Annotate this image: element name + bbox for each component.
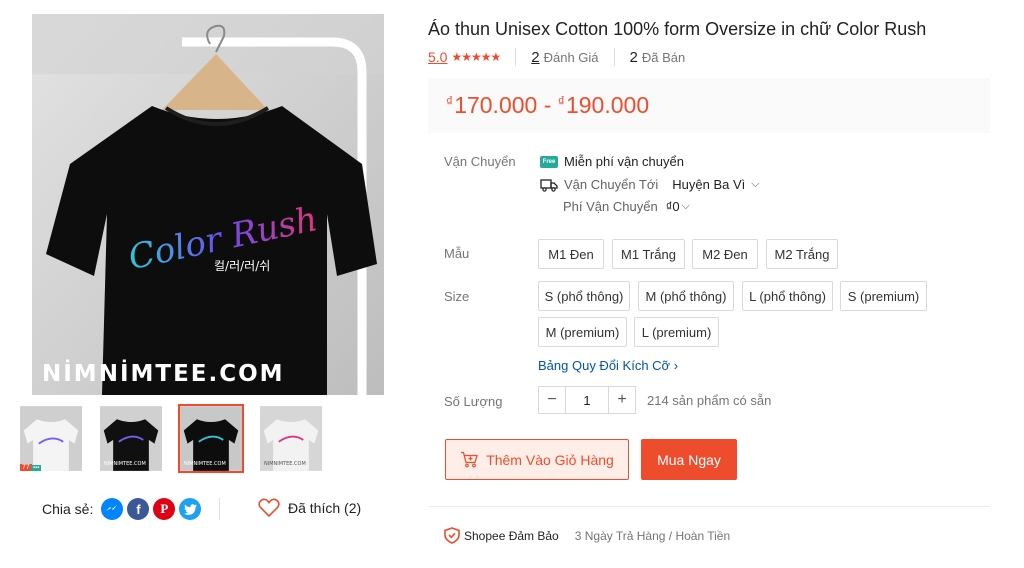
main-product-image[interactable]: Color Rush 컬/러/러/쉬 NİMNİMTEE.COM — [32, 14, 384, 395]
divider — [428, 506, 990, 507]
size-option-m-premium[interactable]: M (premium) — [538, 317, 627, 347]
share-divider — [219, 498, 220, 520]
variant-option-m1-trang[interactable]: M1 Trắng — [612, 239, 685, 269]
tshirt-illustration: Color Rush 컬/러/러/쉬 — [32, 14, 384, 395]
chevron-down-icon[interactable]: ⌵ — [751, 178, 759, 191]
free-shipping-text: Miễn phí vận chuyển — [564, 154, 684, 169]
guarantee-text: 3 Ngày Trả Hàng / Hoàn Tiền — [574, 528, 731, 543]
size-label: Size — [444, 289, 470, 304]
decrease-button[interactable]: − — [539, 387, 565, 413]
shipping-label: Vận Chuyển — [444, 154, 516, 169]
thumb-watermark: NIMNIMTEE.COM — [264, 461, 306, 467]
quantity-label: Số Lượng — [444, 394, 503, 409]
price-range: ₫170.000 - ₫190.000 — [446, 92, 649, 119]
reviews-count[interactable]: 2 — [531, 49, 539, 66]
guarantee-brand: Shopee Đảm Bảo — [464, 528, 559, 543]
messenger-icon[interactable] — [101, 498, 124, 520]
free-shipping-icon: Free — [540, 155, 558, 168]
price-min: 170.000 — [454, 92, 538, 118]
meta-divider — [515, 48, 517, 66]
quantity-stepper: − 1 + — [538, 386, 636, 414]
size-option-m-pho-thong[interactable]: M (phổ thông) — [638, 281, 734, 311]
thumbnail-2[interactable]: NIMNIMTEE.COM — [98, 404, 164, 473]
shipping-fee-value[interactable]: ₫0 — [666, 199, 680, 214]
chevron-down-icon[interactable]: ⌵ — [682, 200, 690, 213]
size-option-s-premium[interactable]: S (premium) — [840, 281, 927, 311]
quantity-input[interactable]: 1 — [565, 387, 609, 413]
cart-icon — [461, 451, 479, 468]
shopee-guarantee[interactable]: Shopee Đảm Bảo 3 Ngày Trả Hàng / Hoàn Ti… — [444, 527, 730, 544]
truck-icon — [540, 178, 558, 192]
thumbnail-3-selected[interactable]: NIMNIMTEE.COM — [178, 404, 244, 473]
shipping-fee-label: Phí Vận Chuyển — [563, 199, 658, 214]
price-separator: - — [537, 92, 558, 118]
size-option-l-pho-thong[interactable]: L (phổ thông) — [742, 281, 833, 311]
variant-option-m1-den[interactable]: M1 Đen — [538, 239, 604, 269]
watermark: NİMNİMTEE.COM — [42, 361, 285, 387]
product-card: Color Rush 컬/러/러/쉬 NİMNİMTEE.COM 77 ▪▪▪ … — [0, 0, 1024, 568]
increase-button[interactable]: + — [609, 387, 635, 413]
thumb-white-image — [20, 406, 82, 471]
currency-symbol: ₫ — [557, 93, 565, 109]
shield-icon — [444, 527, 460, 544]
free-shipping-line: Free Miễn phí vận chuyển — [540, 154, 684, 169]
buy-now-button[interactable]: Mua Ngay — [641, 439, 737, 480]
size-chart-label: Bảng Quy Đổi Kích Cỡ — [538, 358, 671, 373]
free-ship-mini-badge: ▪▪▪ — [31, 465, 42, 471]
thumbnail-strip: 77 ▪▪▪ NIMNIMTEE.COM NIMNIMTEE.COM NIMNI… — [18, 404, 324, 473]
ship-to-value[interactable]: Huyện Ba Vì — [672, 177, 745, 192]
add-to-cart-button[interactable]: Thêm Vào Giỏ Hàng — [445, 439, 629, 480]
pinterest-icon[interactable]: P — [153, 498, 176, 520]
variant-label: Mẫu — [444, 246, 470, 261]
product-title: Áo thun Unisex Cotton 100% form Oversize… — [428, 19, 927, 39]
shipping-fee-line: Phí Vận Chuyển ₫0 ⌵ — [563, 199, 690, 214]
share-bar: Chia sẻ: f P — [42, 498, 202, 520]
add-to-cart-label: Thêm Vào Giỏ Hàng — [486, 451, 614, 468]
liked-count-label: Đã thích (2) — [288, 499, 362, 516]
twitter-icon[interactable] — [179, 498, 202, 520]
facebook-icon[interactable]: f — [127, 498, 150, 520]
meta-divider — [613, 48, 615, 66]
thumbnail-4[interactable]: NIMNIMTEE.COM — [258, 404, 324, 473]
thumbnail-1[interactable]: 77 ▪▪▪ — [18, 404, 84, 473]
rating-bar: 5.0 ★★★★★ 2 Đánh Giá 2 Đã Bán — [428, 48, 685, 66]
heart-icon — [258, 498, 280, 517]
rating-score[interactable]: 5.0 — [428, 49, 447, 65]
price-max: 190.000 — [565, 92, 650, 118]
thumb-watermark: NIMNIMTEE.COM — [184, 461, 226, 467]
stock-available: 214 sản phẩm có sẵn — [647, 393, 772, 408]
sold-label: Đã Bán — [641, 49, 686, 65]
variant-option-m2-den[interactable]: M2 Đen — [692, 239, 758, 269]
ship-to-label: Vận Chuyển Tới — [564, 177, 659, 192]
star-rating-icon: ★★★★★ — [451, 50, 501, 64]
price-box: ₫170.000 - ₫190.000 — [428, 78, 990, 133]
print-korean: 컬/러/러/쉬 — [214, 259, 270, 273]
thumb-watermark: NIMNIMTEE.COM — [104, 461, 146, 467]
share-label: Chia sẻ: — [42, 501, 94, 517]
like-button[interactable]: Đã thích (2) — [258, 498, 361, 517]
variant-option-m2-trang[interactable]: M2 Trắng — [766, 239, 838, 269]
chevron-right-icon: › — [673, 358, 679, 373]
reviews-label: Đánh Giá — [543, 49, 599, 65]
size-chart-link[interactable]: Bảng Quy Đổi Kích Cỡ › — [538, 358, 678, 373]
ship-to-line: Vận Chuyển Tới Huyện Ba Vì ⌵ — [540, 177, 760, 192]
size-option-l-premium[interactable]: L (premium) — [634, 317, 719, 347]
size-option-s-pho-thong[interactable]: S (phổ thông) — [538, 281, 630, 311]
sold-count: 2 — [629, 48, 638, 66]
currency-symbol: ₫ — [446, 93, 454, 109]
